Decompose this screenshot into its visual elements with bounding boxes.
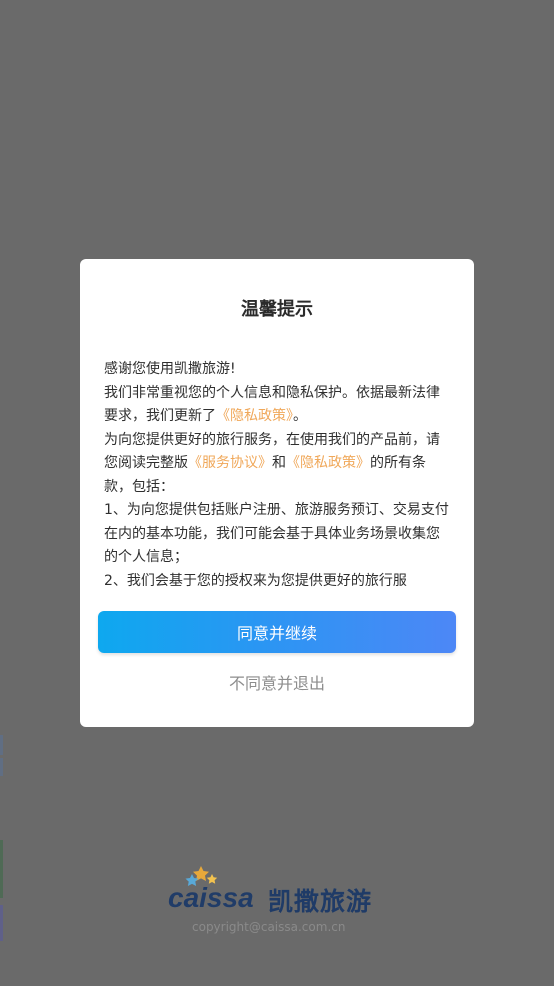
- copyright-text: copyright@caissa.com.cn: [192, 920, 346, 934]
- left-edge-strip-1: [0, 735, 3, 755]
- agree-button[interactable]: 同意并继续: [98, 611, 456, 653]
- modal-body: 感谢您使用凯撒旅游! 我们非常重视您的个人信息和隐私保护。依据最新法律要求，我们…: [104, 358, 452, 591]
- privacy-modal: 温馨提示 感谢您使用凯撒旅游! 我们非常重视您的个人信息和隐私保护。依据最新法律…: [80, 259, 474, 727]
- privacy-policy-link-2[interactable]: 《隐私政策》: [286, 455, 370, 471]
- modal-title: 温馨提示: [241, 299, 313, 320]
- privacy-policy-link[interactable]: 《隐私政策》: [216, 408, 293, 424]
- body-line-clause-1: 1、为向您提供包括账户注册、旅游服务预订、交易支付在内的基本功能，我们可能会基于…: [104, 502, 449, 565]
- body-line-clause-2: 2、我们会基于您的授权来为您提供更好的旅行服: [104, 572, 407, 589]
- service-agreement-link[interactable]: 《服务协议》: [188, 455, 272, 471]
- left-edge-strip-2: [0, 758, 3, 776]
- brand-cn-text: 凯撒旅游: [268, 887, 373, 916]
- body-line-privacy-end: 。: [293, 408, 307, 424]
- brand-footer: caissa 凯撒旅游 copyright@caissa.com.cn: [165, 864, 395, 948]
- left-edge-strip-4: [0, 905, 3, 941]
- body-line-thanks: 感谢您使用凯撒旅游!: [104, 361, 236, 377]
- left-edge-strip-3: [0, 840, 3, 898]
- body-line-terms-mid: 和: [272, 455, 286, 471]
- body-line-privacy: 我们非常重视您的个人信息和隐私保护。依据最新法律要求，我们更新了《隐私政策》。: [104, 382, 452, 429]
- logo-en-text: caissa: [168, 882, 254, 913]
- disagree-button[interactable]: 不同意并退出: [80, 669, 474, 695]
- body-line-terms: 为向您提供更好的旅行服务，在使用我们的产品前，请您阅读完整版《服务协议》和《隐私…: [104, 429, 452, 500]
